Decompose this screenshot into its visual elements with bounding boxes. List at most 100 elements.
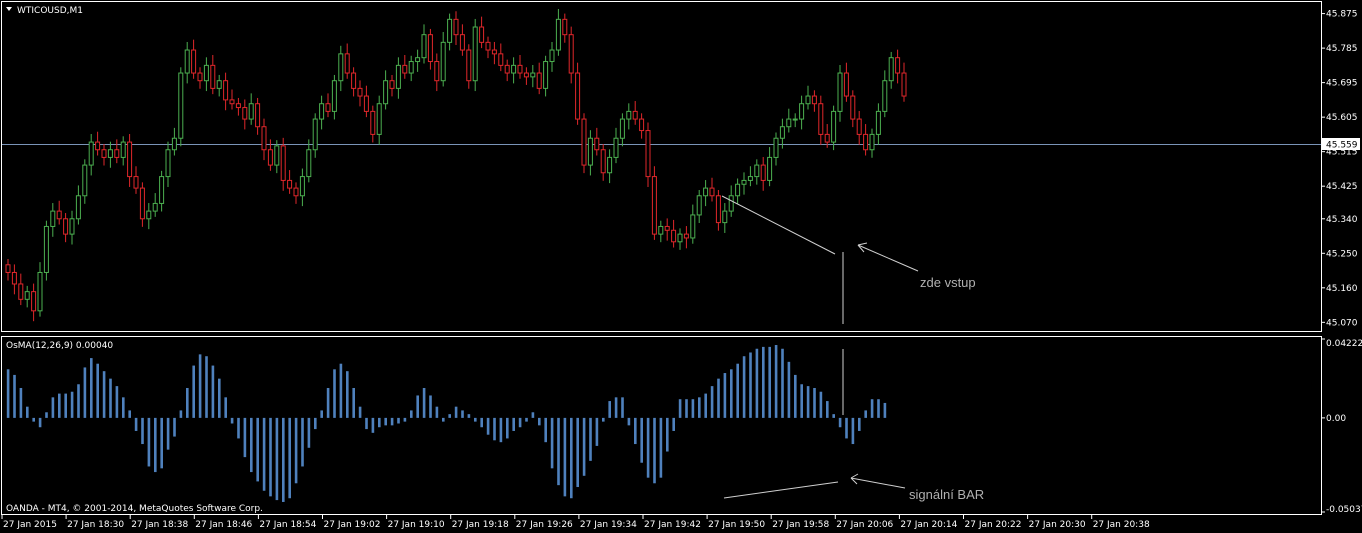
osma-bar <box>653 417 656 484</box>
osma-bar <box>109 378 112 418</box>
osma-bar <box>70 391 74 418</box>
osma-bar <box>301 417 304 467</box>
osma-bar <box>365 417 368 430</box>
osma-bar <box>371 417 375 433</box>
time-tick-label: 27 Jan 18:46 <box>195 520 252 530</box>
osma-bar <box>538 417 541 426</box>
price-tick-label: 45.425 <box>1326 182 1358 192</box>
osma-bar <box>474 417 477 422</box>
osma-bar <box>410 410 413 418</box>
osma-bar <box>883 402 887 418</box>
osma-bar <box>6 369 10 418</box>
osma-bar <box>666 417 669 452</box>
osma-bar <box>704 393 707 418</box>
osma-bar <box>659 417 663 478</box>
osma-bar <box>429 395 432 418</box>
osma-bar <box>294 417 298 484</box>
osma-bar <box>736 363 739 418</box>
osma-bar <box>762 346 765 418</box>
osma-bar <box>314 417 317 430</box>
osma-bar <box>589 417 592 461</box>
osma-bar <box>77 384 80 418</box>
osma-bar <box>422 387 426 418</box>
osma-bar <box>141 417 144 445</box>
osma-bar <box>288 417 291 499</box>
osma-bar <box>128 410 131 418</box>
osma-bar <box>826 401 829 418</box>
osma-bar <box>710 386 714 418</box>
osma-bar <box>205 356 208 418</box>
osma-bar <box>806 386 810 418</box>
price-tick-label: 45.340 <box>1326 215 1358 225</box>
osma-bar <box>282 417 285 502</box>
time-tick-label: 27 Jan 20:22 <box>965 520 1022 530</box>
osma-bar <box>173 417 176 437</box>
osma-bar <box>691 399 695 418</box>
osma-bar <box>45 412 48 418</box>
price-tick-label: 45.250 <box>1326 249 1358 259</box>
osma-bar <box>813 387 816 418</box>
osma-bar <box>454 406 458 418</box>
osma-bar <box>134 417 138 431</box>
trading-chart[interactable]: 45.87545.78545.69545.60545.51545.42545.3… <box>0 0 1362 533</box>
osma-bar <box>448 414 451 418</box>
osma-bar <box>198 354 202 418</box>
osma-bar <box>614 397 618 418</box>
osma-bar <box>96 363 99 418</box>
osma-bar <box>115 386 119 418</box>
time-tick-label: 27 Jan 19:10 <box>388 520 445 530</box>
osma-bar <box>186 387 189 418</box>
osma-tick-label: 0.00 <box>1326 414 1346 424</box>
osma-bar <box>499 417 503 443</box>
osma-bar <box>525 417 528 422</box>
osma-bar <box>646 417 650 478</box>
osma-bar <box>717 378 720 418</box>
osma-bar <box>544 417 547 443</box>
candle <box>178 67 184 147</box>
osma-bar <box>787 361 791 418</box>
osma-bar <box>346 371 349 418</box>
osma-bar <box>550 417 554 469</box>
osma-bar <box>685 399 688 418</box>
candle <box>43 220 49 281</box>
osma-bar <box>269 417 272 497</box>
osma-bar <box>749 352 752 418</box>
osma-bar <box>160 417 163 469</box>
osma-bar <box>218 378 221 418</box>
time-tick-label: 27 Jan 18:54 <box>259 520 316 530</box>
time-tick-label: 27 Jan 19:50 <box>708 520 765 530</box>
osma-bar <box>858 417 861 431</box>
osma-bar <box>512 417 515 431</box>
price-panel[interactable] <box>1 1 1322 332</box>
osma-tick-label: -0.05037 <box>1326 505 1362 515</box>
osma-bar <box>877 399 880 418</box>
osma-bar <box>378 417 381 428</box>
osma-bar <box>38 417 42 428</box>
osma-bar <box>154 417 157 473</box>
osma-bar <box>250 417 253 473</box>
osma-bar <box>230 417 234 424</box>
time-tick-label: 27 Jan 20:06 <box>836 520 893 530</box>
current-price-label: 45.559 <box>1326 141 1358 151</box>
osma-bar <box>435 406 439 418</box>
time-axis: 27 Jan 2015 27 Jan 18:30 27 Jan 18:38 27 Ja… <box>1 515 1150 530</box>
osma-bar <box>781 348 784 418</box>
osma-bar <box>774 345 778 418</box>
candle <box>651 166 657 240</box>
time-tick-label: 27 Jan 20:30 <box>1029 520 1086 530</box>
osma-bar <box>570 417 573 499</box>
osma-bar <box>480 417 483 428</box>
osma-bar <box>339 363 343 418</box>
osma-bar <box>698 397 701 418</box>
osma-bar <box>262 417 266 491</box>
price-tick-label: 45.605 <box>1326 113 1358 123</box>
signal-bar-annotation: signální BAR <box>909 487 984 502</box>
osma-bar <box>640 417 643 463</box>
price-tick-label: 45.160 <box>1326 284 1358 294</box>
osma-bar <box>845 417 848 439</box>
osma-bar <box>819 391 823 418</box>
candle <box>581 113 587 174</box>
time-tick-label: 27 Jan 19:58 <box>772 520 829 530</box>
osma-bar <box>864 410 867 418</box>
osma-bar <box>518 417 522 428</box>
